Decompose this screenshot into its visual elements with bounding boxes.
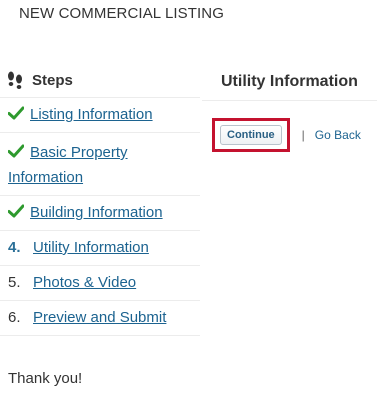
step-number: 6. (8, 309, 21, 326)
step-photos-video: 5. Photos & Video (0, 266, 200, 301)
step-link-utility-information[interactable]: Utility Information (33, 239, 149, 256)
go-back-link[interactable]: Go Back (315, 128, 361, 142)
step-link-preview-submit[interactable]: Preview and Submit (33, 309, 166, 326)
step-utility-information: 4. Utility Information (0, 231, 200, 266)
checkmark-icon (8, 144, 24, 158)
thank-you-text: Thank you! (8, 370, 83, 387)
footprints-icon (8, 71, 22, 89)
separator: | (301, 128, 305, 142)
step-listing-information: Listing Information (0, 98, 200, 133)
page-title: NEW COMMERCIAL LISTING (19, 5, 224, 22)
step-link-basic-property-line1[interactable]: Basic Property (30, 144, 128, 161)
continue-button[interactable]: Continue (220, 125, 282, 145)
step-number-current: 4. (8, 239, 21, 256)
main-panel: Utility Information Continue | Go Back (202, 64, 377, 152)
section-title: Utility Information (221, 73, 358, 90)
step-number: 5. (8, 274, 21, 291)
steps-header-label: Steps (32, 72, 73, 89)
steps-header: Steps (0, 64, 200, 98)
step-basic-property-information: Basic Property Information (0, 133, 200, 196)
main-header: Utility Information (202, 64, 377, 101)
checkmark-icon (8, 106, 24, 120)
checkmark-icon (8, 204, 24, 218)
step-building-information: Building Information (0, 196, 200, 231)
step-preview-submit: 6. Preview and Submit (0, 301, 200, 336)
step-link-photos-video[interactable]: Photos & Video (33, 274, 136, 291)
step-link-basic-property-line2[interactable]: Information (8, 165, 200, 190)
highlight-box: Continue (212, 118, 290, 152)
step-link-listing-information[interactable]: Listing Information (30, 106, 153, 123)
step-link-building-information[interactable]: Building Information (30, 204, 163, 221)
action-bar: Continue | Go Back (212, 118, 377, 152)
steps-panel: Steps Listing Information Basic Property… (0, 64, 200, 336)
